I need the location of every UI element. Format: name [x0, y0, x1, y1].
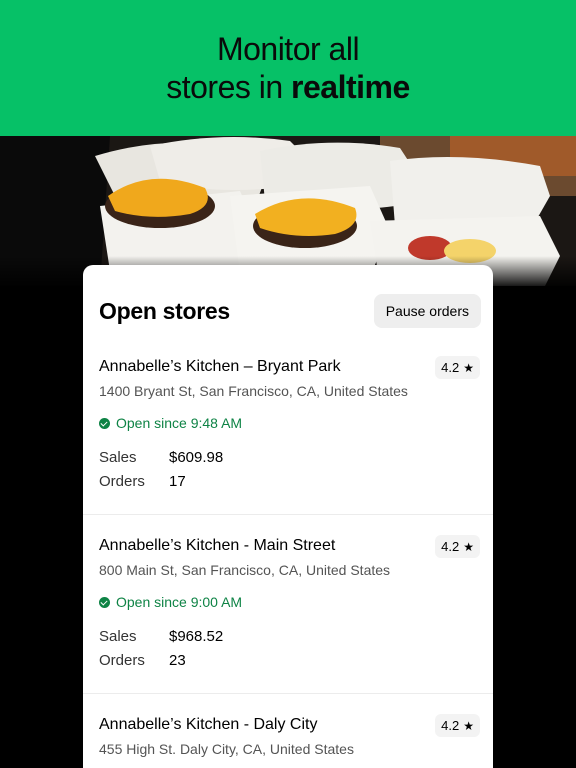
check-circle-icon [99, 596, 110, 608]
store-name: Annabelle’s Kitchen – Bryant Park [99, 358, 341, 375]
rating-badge: 4.2 ★ [435, 714, 480, 737]
open-stores-card: Open stores Pause orders Annabelle’s Kit… [83, 265, 493, 768]
store-item[interactable]: Annabelle’s Kitchen – Bryant Park 4.2 ★ … [83, 356, 493, 515]
open-status-text: Open since 9:48 AM [116, 415, 243, 431]
store-address: 1400 Bryant St, San Francisco, CA, Unite… [99, 383, 408, 399]
food-photo-illustration [0, 136, 576, 286]
banner-line-2-bold: realtime [291, 69, 410, 105]
food-photo [0, 136, 576, 286]
rating-badge: 4.2 ★ [435, 535, 480, 558]
banner-line-2-regular: stores in [166, 69, 292, 105]
sales-label: Sales [99, 449, 137, 466]
pause-orders-button[interactable]: Pause orders [373, 294, 481, 328]
card-header: Open stores Pause orders [99, 293, 481, 329]
store-item[interactable]: Annabelle’s Kitchen - Daly City 4.2 ★ 45… [83, 714, 493, 768]
store-name: Annabelle’s Kitchen - Daly City [99, 716, 318, 733]
orders-value: 17 [169, 473, 186, 490]
open-status: Open since 9:48 AM [99, 415, 242, 431]
star-icon: ★ [463, 718, 474, 733]
orders-value: 23 [169, 652, 186, 669]
orders-label: Orders [99, 473, 145, 490]
store-address: 800 Main St, San Francisco, CA, United S… [99, 562, 391, 578]
store-address: 455 High St. Daly City, CA, United State… [99, 741, 354, 757]
check-circle-icon [99, 417, 110, 429]
rating-value: 4.2 [441, 718, 460, 733]
open-status: Open since 9:00 AM [99, 594, 242, 610]
hero-banner: Monitor all stores in realtime [0, 0, 576, 136]
sales-value: $609.98 [169, 449, 224, 466]
rating-value: 4.2 [441, 539, 460, 554]
orders-row: Orders 23 [99, 652, 186, 669]
rating-value: 4.2 [441, 360, 460, 375]
open-status-text: Open since 9:00 AM [116, 594, 243, 610]
banner-line-1: Monitor all [216, 31, 360, 67]
store-name: Annabelle’s Kitchen - Main Street [99, 537, 336, 554]
store-item[interactable]: Annabelle’s Kitchen - Main Street 4.2 ★ … [83, 535, 493, 694]
orders-row: Orders 17 [99, 473, 186, 490]
card-title: Open stores [99, 297, 230, 324]
orders-label: Orders [99, 652, 145, 669]
star-icon: ★ [463, 360, 474, 375]
sales-label: Sales [99, 628, 137, 645]
banner-line-2: stores in realtime [166, 68, 410, 106]
rating-badge: 4.2 ★ [435, 356, 480, 379]
sales-row: Sales $968.52 [99, 628, 223, 645]
sales-row: Sales $609.98 [99, 449, 223, 466]
sales-value: $968.52 [169, 628, 224, 645]
star-icon: ★ [463, 539, 474, 554]
